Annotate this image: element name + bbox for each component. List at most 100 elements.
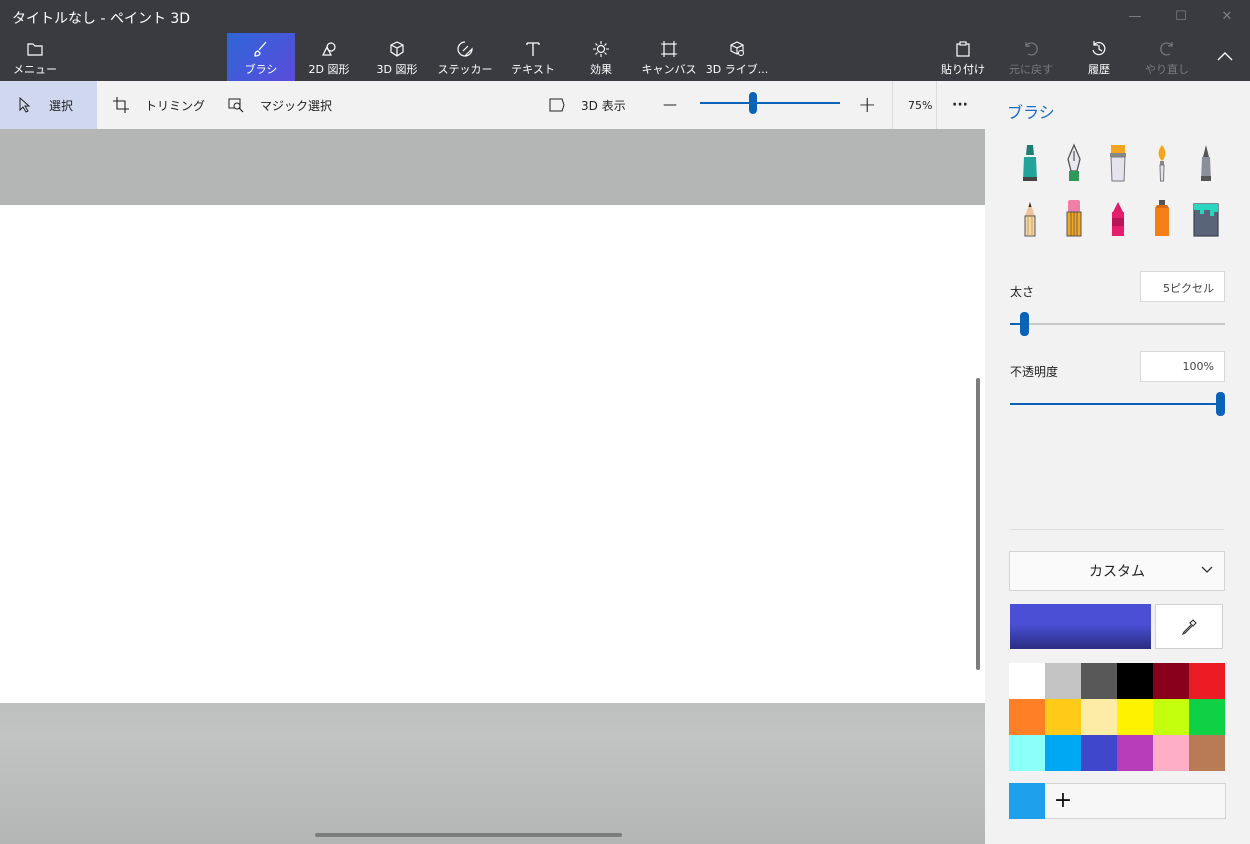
- 3d-library-icon: [730, 41, 744, 56]
- tab-stickers[interactable]: ステッカー: [431, 33, 499, 81]
- color-swatch[interactable]: [1117, 735, 1153, 771]
- zoom-level[interactable]: 75%: [908, 81, 932, 129]
- pencil-icon[interactable]: [1013, 197, 1047, 239]
- color-swatch[interactable]: [1153, 735, 1189, 771]
- undo-button[interactable]: 元に戻す: [1003, 33, 1059, 81]
- tab-label: 2D 図形: [308, 63, 350, 76]
- color-swatch[interactable]: [1153, 699, 1189, 735]
- ribbon: メニュー ブラシ 2D 図形 3D 図形 ステッカー テキスト 効果 キャンバス…: [0, 33, 1250, 81]
- tab-brushes[interactable]: ブラシ: [227, 33, 295, 81]
- color-swatch[interactable]: [1189, 663, 1225, 699]
- effects-icon: [593, 41, 609, 57]
- toolbar: 選択 トリミング マジック選択 3D 表示 — + 75% ···: [0, 81, 985, 129]
- horizontal-scrollbar[interactable]: [315, 833, 622, 837]
- color-swatch[interactable]: [1117, 699, 1153, 735]
- tab-label: 3D ライブ...: [705, 63, 769, 76]
- tab-label: ステッカー: [437, 63, 493, 76]
- color-swatch[interactable]: [1009, 735, 1045, 771]
- zoom-slider-track[interactable]: [700, 102, 840, 104]
- thickness-slider-thumb[interactable]: [1020, 312, 1030, 336]
- select-tool[interactable]: 選択: [0, 81, 97, 129]
- 2d-shapes-icon: [322, 42, 336, 56]
- history-icon: [1092, 41, 1106, 56]
- canvas-icon: [661, 41, 677, 57]
- tab-label: 3D 図形: [376, 63, 418, 76]
- undo-icon: [1025, 42, 1038, 56]
- pixel-pen-icon[interactable]: [1189, 142, 1223, 184]
- color-swatch[interactable]: [1045, 699, 1081, 735]
- sticker-icon: [457, 41, 473, 57]
- finish-value: カスタム: [1089, 564, 1145, 580]
- crop-label: トリミング: [145, 98, 206, 113]
- color-swatch[interactable]: [1189, 699, 1225, 735]
- paste-button[interactable]: 貼り付け: [938, 33, 988, 81]
- watercolor-icon[interactable]: [1145, 142, 1179, 184]
- maximize-icon[interactable]: ☐: [1158, 0, 1204, 33]
- crayon-icon[interactable]: [1101, 197, 1135, 239]
- magic-select-label: マジック選択: [260, 98, 333, 113]
- history-label: 履歴: [1088, 63, 1110, 76]
- thickness-input[interactable]: 5ピクセル: [1140, 271, 1225, 302]
- brush-icon: [254, 41, 267, 57]
- drawing-canvas[interactable]: [0, 205, 985, 703]
- chevron-down-icon: [1201, 566, 1213, 573]
- redo-button[interactable]: やり直し: [1142, 33, 1192, 81]
- color-swatch[interactable]: [1045, 663, 1081, 699]
- tab-effects[interactable]: 効果: [567, 33, 635, 81]
- eyedropper-button[interactable]: [1155, 604, 1223, 649]
- finish-dropdown[interactable]: カスタム: [1009, 551, 1225, 591]
- add-color-button[interactable]: +: [1052, 789, 1074, 813]
- color-swatch[interactable]: [1081, 699, 1117, 735]
- color-swatch[interactable]: [1081, 735, 1117, 771]
- fill-bucket-icon[interactable]: [1189, 197, 1223, 239]
- eraser-icon[interactable]: [1057, 197, 1091, 239]
- marker-icon[interactable]: [1013, 142, 1047, 184]
- color-palette: [1009, 663, 1225, 771]
- text-icon: [526, 42, 540, 56]
- magic-select-tool[interactable]: マジック選択: [228, 81, 332, 129]
- opacity-input[interactable]: 100%: [1140, 351, 1225, 382]
- color-swatch[interactable]: [1189, 735, 1225, 771]
- paste-label: 貼り付け: [941, 63, 985, 76]
- zoom-out-button[interactable]: —: [663, 81, 677, 129]
- color-swatch[interactable]: [1009, 663, 1045, 699]
- current-color-swatch[interactable]: [1010, 604, 1151, 649]
- tab-3d-library[interactable]: 3D ライブ...: [703, 33, 771, 81]
- custom-color-swatch[interactable]: [1009, 783, 1045, 819]
- collapse-ribbon-button[interactable]: [1210, 33, 1240, 81]
- tab-text[interactable]: テキスト: [499, 33, 567, 81]
- color-swatch[interactable]: [1009, 699, 1045, 735]
- window-title: タイトルなし - ペイント 3D: [12, 11, 191, 27]
- chevron-up-icon: [1217, 52, 1233, 61]
- history-button[interactable]: 履歴: [1076, 33, 1122, 81]
- folder-icon: [27, 43, 43, 56]
- spray-can-icon[interactable]: [1145, 197, 1179, 239]
- menu-button[interactable]: メニュー: [12, 33, 58, 81]
- paste-icon: [956, 41, 970, 57]
- view-3d-label: 3D 表示: [581, 98, 626, 113]
- tab-canvas[interactable]: キャンバス: [635, 33, 703, 81]
- tab-label: ブラシ: [244, 63, 278, 76]
- view-3d-button[interactable]: 3D 表示: [549, 81, 626, 129]
- thickness-slider-track[interactable]: [1010, 323, 1225, 325]
- close-icon[interactable]: ✕: [1204, 0, 1250, 33]
- zoom-in-button[interactable]: +: [858, 81, 876, 129]
- color-swatch[interactable]: [1081, 663, 1117, 699]
- vertical-scrollbar[interactable]: [976, 378, 980, 670]
- toolbar-divider: [936, 81, 937, 129]
- color-swatch[interactable]: [1117, 663, 1153, 699]
- crop-tool[interactable]: トリミング: [113, 81, 205, 129]
- minimize-icon[interactable]: —: [1112, 0, 1158, 33]
- oil-brush-icon[interactable]: [1101, 142, 1135, 184]
- tab-2d-shapes[interactable]: 2D 図形: [295, 33, 363, 81]
- zoom-slider-thumb[interactable]: [748, 92, 757, 114]
- cursor-icon: [19, 97, 31, 113]
- redo-icon: [1160, 42, 1173, 56]
- tab-3d-shapes[interactable]: 3D 図形: [363, 33, 431, 81]
- calligraphy-pen-icon[interactable]: [1057, 142, 1091, 184]
- color-swatch[interactable]: [1045, 735, 1081, 771]
- more-options-button[interactable]: ···: [952, 81, 968, 129]
- opacity-slider-thumb[interactable]: [1216, 392, 1225, 416]
- color-swatch[interactable]: [1153, 663, 1189, 699]
- panel-divider: [1010, 529, 1224, 530]
